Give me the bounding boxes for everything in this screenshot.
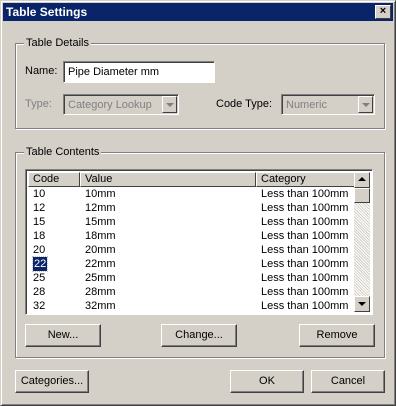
table-details-group: Table Details bbox=[15, 37, 385, 129]
cell-category: Less than 100mm bbox=[261, 244, 349, 256]
type-select[interactable]: Category Lookup bbox=[63, 94, 179, 115]
cell-value: 10mm bbox=[85, 188, 116, 200]
column-header-code[interactable]: Code bbox=[28, 172, 80, 187]
type-label: Type: bbox=[25, 98, 52, 110]
list-header: Code Value Category bbox=[28, 172, 358, 187]
table-row[interactable]: 18 18mm Less than 100mm bbox=[28, 229, 358, 243]
cell-category: Less than 100mm bbox=[261, 300, 349, 312]
vertical-scrollbar[interactable] bbox=[354, 172, 370, 312]
cell-category: Less than 100mm bbox=[261, 188, 349, 200]
window-title: Table Settings bbox=[6, 5, 88, 19]
cell-value: 20mm bbox=[85, 244, 116, 256]
cell-code: 22 bbox=[31, 256, 49, 272]
column-header-category[interactable]: Category bbox=[256, 172, 358, 187]
cell-category: Less than 100mm bbox=[261, 272, 349, 284]
cancel-button[interactable]: Cancel bbox=[311, 370, 385, 393]
chevron-down-icon[interactable] bbox=[162, 96, 177, 113]
scroll-up-button[interactable] bbox=[354, 172, 370, 188]
name-field[interactable]: Pipe Diameter mm bbox=[63, 61, 215, 83]
scroll-down-button[interactable] bbox=[354, 296, 370, 312]
cell-code: 28 bbox=[33, 286, 46, 298]
change-button[interactable]: Change... bbox=[161, 324, 237, 347]
cell-value: 28mm bbox=[85, 286, 116, 298]
close-button[interactable]: × bbox=[375, 5, 391, 19]
chevron-down-icon[interactable] bbox=[358, 96, 373, 113]
ok-button[interactable]: OK bbox=[230, 370, 304, 393]
cell-value: 12mm bbox=[85, 202, 116, 214]
cell-code: 10 bbox=[33, 188, 46, 200]
cell-value: 22mm bbox=[85, 258, 116, 270]
table-row[interactable]: 28 28mm Less than 100mm bbox=[28, 285, 358, 299]
new-button[interactable]: New... bbox=[25, 324, 101, 347]
scroll-thumb[interactable] bbox=[354, 188, 370, 203]
table-row[interactable]: 25 25mm Less than 100mm bbox=[28, 271, 358, 285]
table-settings-dialog: Table Settings × Table Details Name: Pip… bbox=[0, 0, 396, 406]
cell-category: Less than 100mm bbox=[261, 230, 349, 242]
title-bar[interactable]: Table Settings × bbox=[3, 3, 393, 21]
table-row[interactable]: 20 20mm Less than 100mm bbox=[28, 243, 358, 257]
cell-category: Less than 100mm bbox=[261, 202, 349, 214]
name-label: Name: bbox=[25, 65, 58, 77]
cell-code: 15 bbox=[33, 216, 46, 228]
list-rows: 10 10mm Less than 100mm 12 12mm Less than 100… bbox=[28, 187, 358, 313]
table-row[interactable]: 32 32mm Less than 100mm bbox=[28, 299, 358, 313]
table-row[interactable]: 15 15mm Less than 100mm bbox=[28, 215, 358, 229]
cell-value: 18mm bbox=[85, 230, 116, 242]
cell-code: 12 bbox=[33, 202, 46, 214]
table-row[interactable]: 12 12mm Less than 100mm bbox=[28, 201, 358, 215]
code-type-select-value: Numeric bbox=[286, 99, 327, 111]
cell-value: 32mm bbox=[85, 300, 116, 312]
categories-button[interactable]: Categories... bbox=[15, 370, 89, 393]
code-type-select[interactable]: Numeric bbox=[281, 94, 375, 115]
remove-button[interactable]: Remove bbox=[299, 324, 375, 347]
column-header-value[interactable]: Value bbox=[80, 172, 256, 187]
cell-value: 25mm bbox=[85, 272, 116, 284]
cell-code: 20 bbox=[33, 244, 46, 256]
table-row[interactable]: 10 10mm Less than 100mm bbox=[28, 187, 358, 201]
cell-category: Less than 100mm bbox=[261, 286, 349, 298]
type-select-value: Category Lookup bbox=[68, 99, 152, 111]
code-type-label: Code Type: bbox=[216, 98, 273, 110]
table-contents-label: Table Contents bbox=[24, 146, 102, 159]
cell-category: Less than 100mm bbox=[261, 258, 349, 270]
cell-code: 18 bbox=[33, 230, 46, 242]
cell-code: 25 bbox=[33, 272, 46, 284]
table-details-label: Table Details bbox=[24, 37, 91, 50]
cell-value: 15mm bbox=[85, 216, 116, 228]
table-row[interactable]: 22 22mm Less than 100mm bbox=[28, 256, 358, 272]
cell-code: 32 bbox=[33, 300, 46, 312]
cell-category: Less than 100mm bbox=[261, 216, 349, 228]
table-contents-list[interactable]: Code Value Category 10 10mm Less than 100m… bbox=[25, 169, 373, 315]
